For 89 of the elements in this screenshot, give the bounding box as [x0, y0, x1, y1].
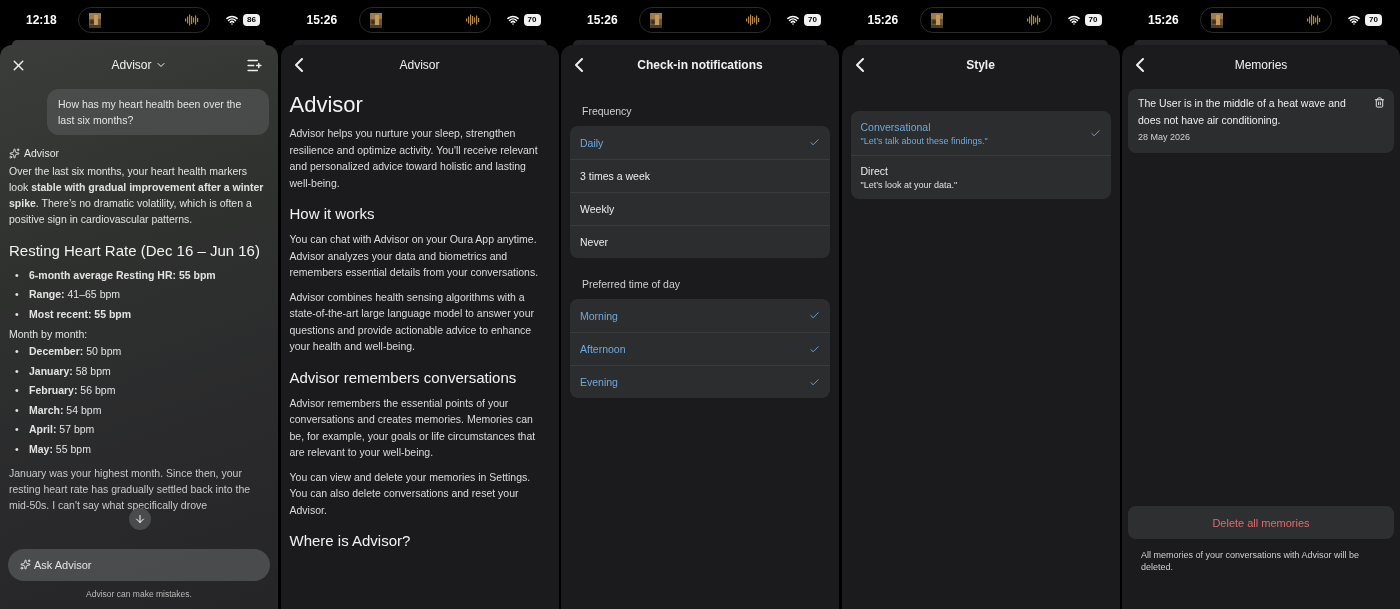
month-item: January: 58 bpm [29, 363, 111, 379]
summary-item: 6-month average Resting HR: 55 bpm [29, 267, 216, 283]
status-time: 12:18 [26, 13, 58, 27]
check-icon [809, 376, 820, 388]
summary-item: Most recent: 55 bpm [29, 306, 132, 322]
bullet: • [15, 422, 20, 438]
delete-button[interactable] [1372, 95, 1386, 109]
style-option[interactable]: Conversational "Let’s talk about these findings." [850, 111, 1111, 155]
bullet: • [15, 267, 20, 283]
check-icon [1089, 127, 1101, 139]
summary-item: Range: 41–65 bpm [29, 287, 121, 303]
bullet: • [15, 441, 20, 457]
arrow-down-icon [134, 513, 146, 525]
sparkle-icon [20, 559, 31, 570]
check-icon [809, 310, 820, 321]
article-title: Advisor [289, 91, 364, 119]
sender-name: Advisor [24, 146, 59, 161]
section-heading: How it works [289, 204, 376, 224]
option-row[interactable]: Afternoon [570, 332, 830, 365]
status-time: 15:26 [306, 13, 339, 27]
reply-text: Over the last six months, your heart health markers look stable with gradual improvement after a winter spike. There’s no dramatic volatility, which is often a positive sign in cardiovascular patterns. [9, 164, 265, 227]
bullet: • [15, 344, 20, 360]
check-icon [809, 137, 820, 148]
status-time: 15:26 [867, 13, 900, 27]
bullet: • [15, 402, 20, 418]
month-item: April: 57 bpm [29, 422, 95, 438]
bullet: • [15, 287, 20, 303]
option-row[interactable]: Weekly [570, 192, 830, 225]
delete-note: All memories of your conversations with Advisor will be deleted. [1141, 549, 1361, 573]
wifi-icon [787, 14, 800, 26]
screen-title: Advisor [399, 58, 440, 72]
advisor-selector[interactable]: Advisor [111, 58, 167, 72]
screen-title: Memories [1234, 58, 1288, 72]
chevron-left-icon [294, 58, 303, 72]
option-row[interactable]: Daily [570, 126, 830, 159]
user-message: How has my heart health been over the last six months? [47, 89, 269, 135]
article-paragraph: Advisor remembers the essential points of your conversations and creates memories. Memories can be, for example, your goals or life circumstances that are relevant to your well-being. [289, 395, 537, 460]
section-label: Preferred time of day [582, 277, 682, 292]
month-item: March: 54 bpm [29, 402, 102, 418]
chevron-left-icon [1136, 58, 1144, 72]
month-item: February: 56 bpm [29, 383, 116, 399]
month-item: May: 55 bpm [29, 441, 91, 457]
battery-indicator: 70 [1365, 14, 1382, 26]
waveform-icon [746, 14, 761, 26]
reply-heading: Resting Heart Rate (Dec 16 – Jun 16) [9, 241, 261, 261]
waveform-icon [1307, 14, 1322, 26]
screen-title: Check-in notifications [637, 58, 763, 72]
delete-all-button[interactable]: Delete all memories [1128, 506, 1394, 539]
trash-icon [1373, 96, 1385, 108]
option-row[interactable]: Evening [570, 365, 830, 398]
article-paragraph: You can view and delete your memories in Settings. You can also delete conversations and reset your Advisor. [289, 469, 532, 518]
section-label: Frequency [582, 104, 633, 119]
battery-indicator: 70 [1084, 14, 1102, 26]
chevron-left-icon [575, 58, 583, 72]
wifi-icon [1067, 14, 1080, 26]
month-item: December: 50 bpm [29, 344, 122, 360]
reply-text: January was your highest month. Since then, your resting heart rate has gradually settled back into the mid-50s. I can't say what specifically drove [9, 465, 252, 513]
waveform-icon [185, 14, 200, 26]
waveform-icon [465, 14, 480, 26]
chevron-left-icon [855, 58, 864, 72]
battery-indicator: 70 [523, 14, 541, 26]
wifi-icon [226, 14, 239, 26]
section-heading: Where is Advisor? [289, 531, 412, 551]
bullet: • [15, 383, 20, 399]
article-paragraph: Advisor helps you nurture your sleep, strengthen resilience and optimize activity. You'll receive relevant and personalized advice toward holistic and lasting well-being. [289, 126, 539, 191]
bullet: • [15, 363, 20, 379]
ask-field[interactable]: Ask Advisor [8, 549, 270, 581]
wifi-icon [506, 14, 519, 26]
sparkle-icon [9, 147, 20, 159]
battery-indicator: 70 [804, 14, 821, 26]
waveform-icon [1026, 14, 1041, 26]
status-time: 15:26 [587, 13, 619, 27]
wifi-icon [1348, 14, 1361, 26]
check-icon [809, 343, 820, 355]
article-paragraph: Advisor combines health sensing algorithms with a state-of-the-art large language model to answer your questions and provide actionable advice to enhance your health and well-being. [289, 289, 536, 354]
article-paragraph: You can chat with Advisor on your Oura App anytime. Advisor analyzes your data and biometrics and remembers essential details from your conversations. [289, 232, 540, 280]
memory-date: 28 May 2026 [1138, 131, 1192, 144]
style-option[interactable]: Direct "Let’s look at your data." [850, 155, 1111, 199]
option-row[interactable]: Never [570, 225, 830, 258]
disclaimer-text: Advisor can make mistakes. [86, 589, 192, 599]
option-row[interactable]: Morning [570, 299, 830, 332]
screen-title: Style [966, 58, 995, 72]
reply-subheading: Month by month: [9, 326, 89, 342]
battery-indicator: 86 [243, 14, 260, 26]
section-heading: Advisor remembers conversations [289, 367, 518, 388]
status-time: 15:26 [1148, 13, 1180, 27]
option-row[interactable]: 3 times a week [570, 159, 830, 192]
memory-text: The User is in the middle of a heat wave and does not have air conditioning. [1138, 97, 1346, 126]
bullet: • [15, 306, 20, 322]
